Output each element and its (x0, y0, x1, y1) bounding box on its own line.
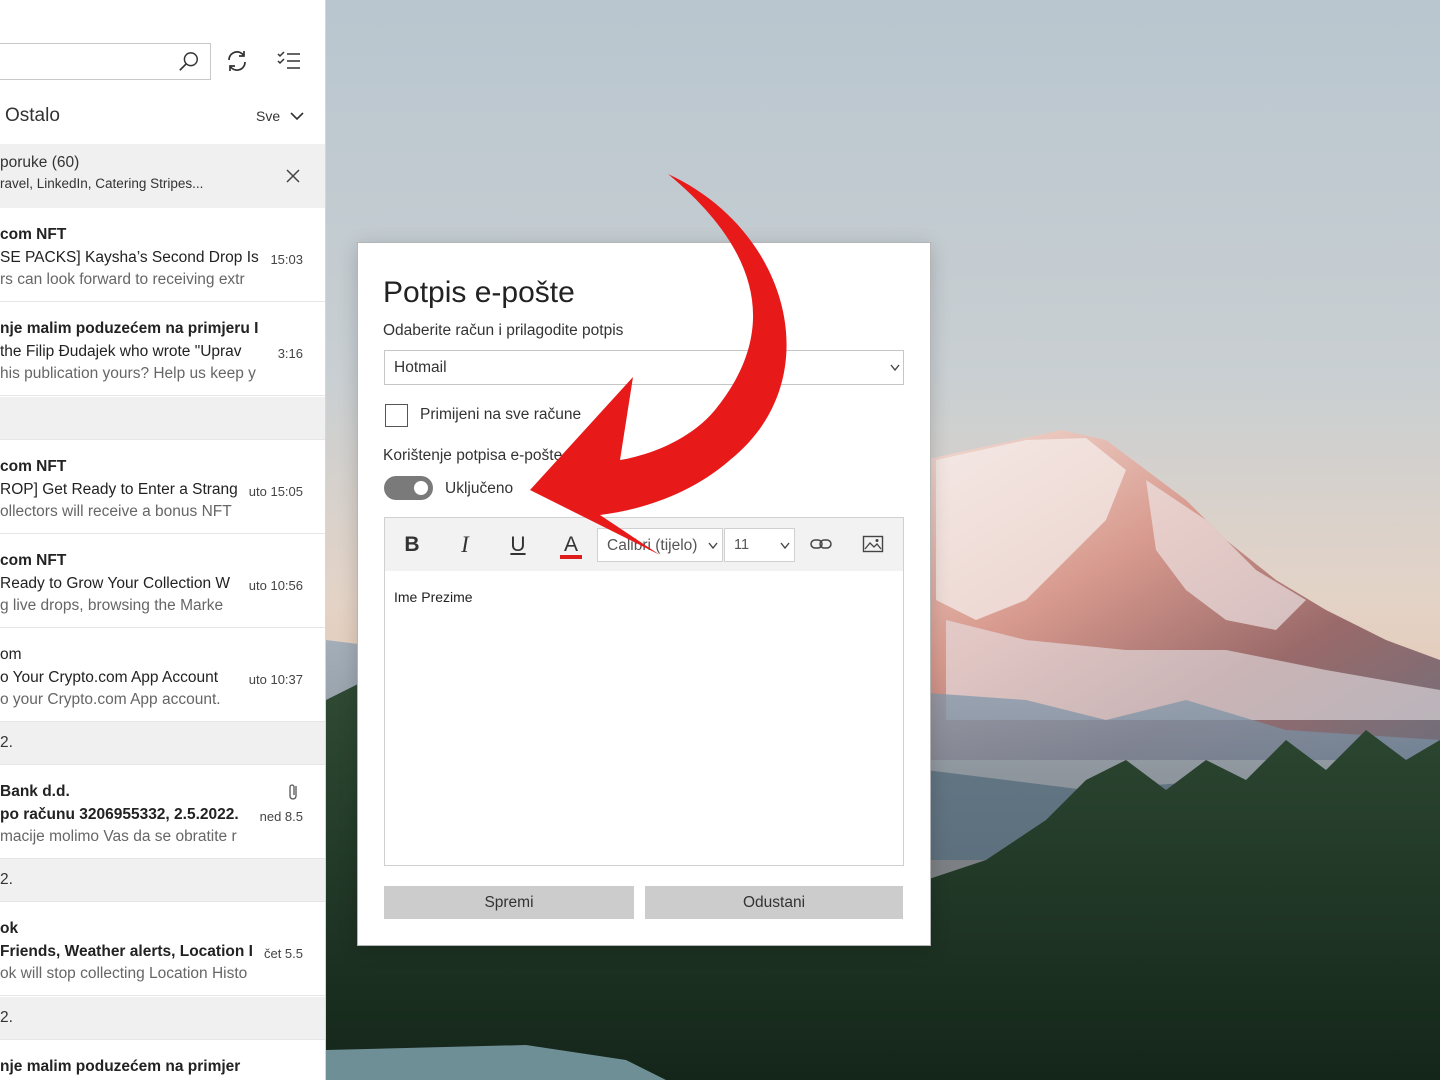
font-color-button[interactable]: A (556, 530, 586, 560)
mail-sender: com NFT (0, 458, 67, 475)
chevron-down-icon (890, 364, 900, 372)
toggle-state-label: Uključeno (445, 480, 514, 497)
mail-subject: o Your Crypto.com App Account (0, 669, 218, 686)
close-icon[interactable] (285, 168, 301, 184)
date-header-label: 2. (0, 1009, 13, 1026)
mail-preview: ollectors will receive a bonus NFT (0, 503, 232, 520)
chevron-down-icon (780, 542, 790, 550)
dialog-title: Potpis e-pošte (383, 276, 575, 309)
search-input[interactable] (0, 43, 211, 80)
mail-subject: SE PACKS] Kaysha’s Second Drop Is (0, 249, 259, 266)
account-select[interactable]: Hotmail (384, 350, 904, 385)
date-header: 2. (0, 859, 325, 902)
font-size-value: 11 (734, 537, 750, 553)
mail-preview: rs can look forward to receiving extr (0, 271, 245, 288)
mail-time: uto 10:37 (248, 672, 303, 687)
format-toolbar: B I U A Calibri (tijelo) 11 (385, 518, 903, 571)
mail-sender: ok (0, 920, 19, 937)
apply-all-checkbox[interactable] (385, 404, 408, 427)
signature-usage-label: Korištenje potpisa e-pošte (383, 447, 563, 464)
bold-button[interactable]: B (397, 530, 427, 560)
mail-sender: nje malim poduzećem na primjer (0, 1058, 241, 1075)
mail-time: uto 15:05 (248, 484, 303, 499)
list-item[interactable]: com NFT SE PACKS] Kaysha’s Second Drop I… (0, 209, 325, 302)
date-header: 2. (0, 997, 325, 1040)
font-size-select[interactable]: 11 (724, 528, 795, 562)
date-header-label: 2. (0, 871, 13, 888)
signature-text[interactable]: Ime Prezime (394, 589, 473, 605)
apply-all-label: Primijeni na sve račune (420, 406, 582, 423)
grouped-messages-banner[interactable]: poruke (60) ravel, LinkedIn, Catering St… (0, 144, 325, 208)
filter-label: Sve (256, 108, 281, 124)
image-icon[interactable] (862, 534, 884, 554)
mail-time: čet 5.5 (263, 946, 303, 961)
font-color-glyph: A (563, 533, 578, 556)
mail-preview: o your Crypto.com App account. (0, 691, 221, 708)
selection-mode-icon[interactable] (276, 49, 302, 73)
chevron-down-icon (290, 112, 304, 121)
dialog-subtitle: Odaberite račun i prilagodite potpis (383, 322, 624, 339)
list-item[interactable]: com NFT ROP] Get Ready to Enter a Strang… (0, 441, 325, 534)
grouped-title: poruke (60) (0, 154, 80, 171)
toggle-knob (414, 481, 428, 495)
list-item[interactable]: nje malim poduzećem na primjeru I the Fi… (0, 303, 325, 396)
mail-sender: om (0, 646, 22, 663)
list-item[interactable]: om o Your Crypto.com App Account uto 10:… (0, 629, 325, 722)
mail-sender: com NFT (0, 552, 67, 569)
search-icon[interactable] (178, 51, 200, 73)
mail-subject: Friends, Weather alerts, Location I (0, 943, 253, 960)
attachment-icon (289, 784, 297, 800)
mail-preview: macije molimo Vas da se obratite r (0, 828, 237, 845)
date-header (0, 397, 325, 440)
list-item[interactable]: Bank d.d. po računu 3206955332, 2.5.2022… (0, 766, 325, 859)
save-button[interactable]: Spremi (384, 886, 634, 919)
mail-subject: Ready to Grow Your Collection W (0, 575, 231, 592)
date-header-label: 2. (0, 734, 13, 751)
account-select-value: Hotmail (394, 359, 447, 376)
signature-editor[interactable]: B I U A Calibri (tijelo) 11 Ime Prezime (384, 517, 904, 866)
mail-time: uto 10:56 (248, 578, 303, 593)
mail-preview: g live drops, browsing the Marke (0, 597, 224, 614)
mail-preview: ok will stop collecting Location Histo (0, 965, 248, 982)
mail-subject: ROP] Get Ready to Enter a Strang (0, 481, 238, 498)
cancel-button[interactable]: Odustani (645, 886, 903, 919)
signature-toggle[interactable] (384, 476, 433, 500)
mail-subject: the Filip Đudajek who wrote "Uprav (0, 343, 242, 360)
font-family-select[interactable]: Calibri (tijelo) (597, 528, 723, 562)
font-color-bar (560, 555, 582, 559)
tab-other[interactable]: Ostalo (5, 105, 60, 127)
email-signature-dialog: Potpis e-pošte Odaberite račun i prilago… (357, 242, 931, 946)
list-item[interactable]: ok Friends, Weather alerts, Location I č… (0, 903, 325, 996)
mail-list-panel: Ostalo Sve poruke (60) ravel, LinkedIn, … (0, 0, 326, 1080)
mail-time: 3:16 (277, 346, 303, 361)
sync-icon[interactable] (224, 48, 250, 74)
chevron-down-icon (708, 542, 718, 550)
mail-time: ned 8.5 (259, 809, 303, 824)
mail-sender: nje malim poduzećem na primjeru I (0, 320, 259, 337)
font-family-value: Calibri (tijelo) (607, 537, 698, 554)
date-header: 2. (0, 722, 325, 765)
link-icon[interactable] (809, 534, 833, 554)
grouped-senders: ravel, LinkedIn, Catering Stripes... (0, 176, 204, 191)
list-item[interactable]: com NFT Ready to Grow Your Collection W … (0, 535, 325, 628)
mail-preview: his publication yours? Help us keep y (0, 365, 256, 382)
mail-sender: Bank d.d. (0, 783, 70, 800)
mail-sender: com NFT (0, 226, 67, 243)
mail-subject: po računu 3206955332, 2.5.2022. (0, 806, 239, 823)
list-item[interactable]: nje malim poduzećem na primjer (0, 1041, 325, 1080)
italic-button[interactable]: I (450, 530, 480, 560)
mail-time: 15:03 (270, 252, 303, 267)
filter-dropdown[interactable]: Sve (256, 108, 304, 124)
underline-button[interactable]: U (503, 530, 533, 560)
